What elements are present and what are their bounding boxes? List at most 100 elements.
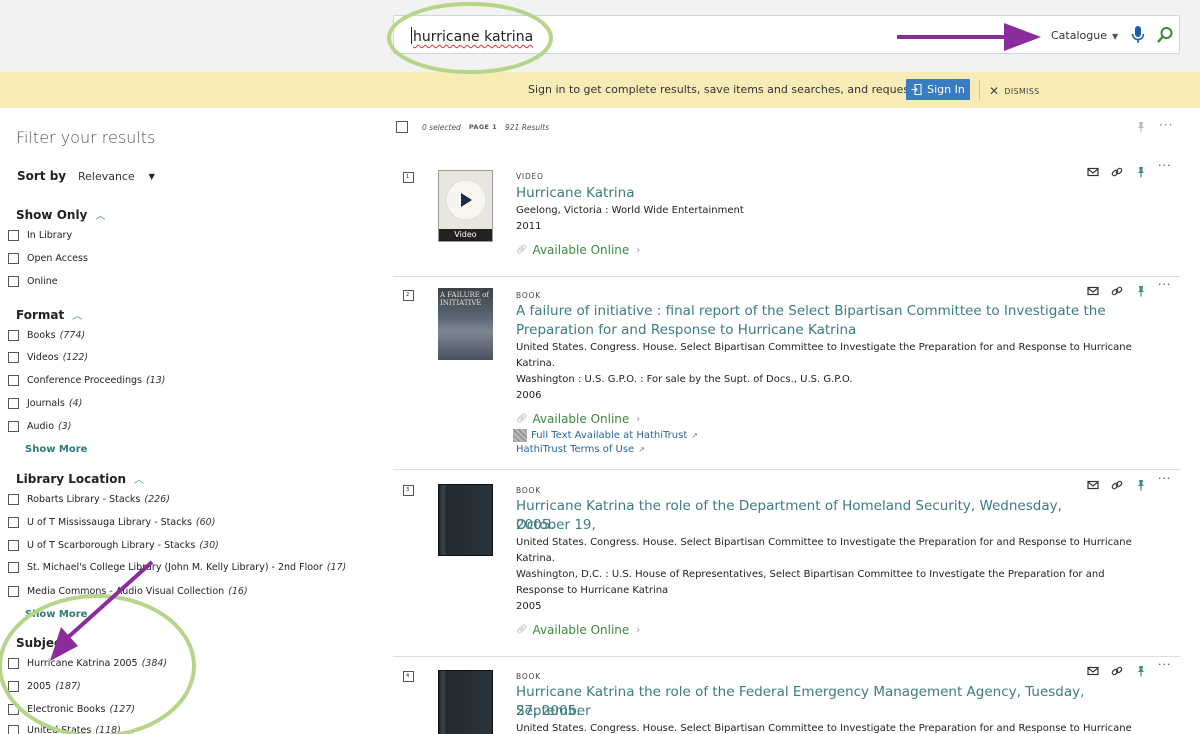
- search-box[interactable]: hurricane katrina Catalogue ▼: [393, 15, 1180, 54]
- format-heading[interactable]: Format ︿: [16, 307, 82, 322]
- more-options-icon[interactable]: ···: [1158, 159, 1172, 172]
- filter-media-commons[interactable]: Media Commons - Audio Visual Collection(…: [8, 586, 248, 597]
- link-icon: 🔗︎: [516, 245, 528, 255]
- permalink-icon[interactable]: [1111, 476, 1123, 490]
- pin-icon[interactable]: [1135, 121, 1147, 133]
- result-checkbox[interactable]: 4: [403, 671, 414, 682]
- result-checkbox[interactable]: 2: [403, 290, 414, 301]
- filter-conference-proceedings[interactable]: Conference Proceedings (13): [8, 375, 165, 386]
- result-item[interactable]: 2 A FAILURE of INITIATIVE BOOK A failure…: [393, 277, 1180, 469]
- show-only-heading[interactable]: Show Only ︿: [16, 207, 105, 222]
- checkbox[interactable]: [8, 421, 19, 432]
- sign-in-icon: [911, 84, 922, 95]
- video-thumbnail[interactable]: Video: [438, 170, 493, 242]
- microphone-icon[interactable]: [1130, 25, 1146, 45]
- result-item[interactable]: 3 BOOK Hurricane Katrina the role of the…: [393, 470, 1180, 656]
- filter-journals[interactable]: Journals (4): [8, 398, 82, 409]
- checkbox[interactable]: [8, 681, 19, 692]
- email-icon[interactable]: [1087, 163, 1099, 177]
- library-location-heading[interactable]: Library Location ︿: [16, 471, 144, 486]
- result-title[interactable]: Hurricane Katrina: [516, 184, 1116, 203]
- email-icon[interactable]: [1087, 282, 1099, 296]
- filter-2005[interactable]: 2005 (187): [8, 681, 81, 692]
- checkbox[interactable]: [8, 704, 19, 715]
- result-title-line-1[interactable]: A failure of initiative : final report o…: [516, 302, 1116, 321]
- book-cover[interactable]: [438, 670, 493, 734]
- email-icon[interactable]: [1087, 662, 1099, 676]
- availability-link[interactable]: 🔗︎ Available Online ›: [516, 412, 640, 426]
- filter-in-library[interactable]: In Library: [8, 230, 72, 241]
- book-cover-text: A FAILURE of INITIATIVE: [440, 291, 489, 307]
- permalink-icon[interactable]: [1111, 163, 1123, 177]
- format-show-more[interactable]: Show More: [25, 444, 87, 455]
- sort-caret-icon[interactable]: ▼: [149, 172, 155, 181]
- filter-st-michaels[interactable]: St. Michael's College Library (John M. K…: [8, 562, 346, 573]
- more-options-icon[interactable]: ···: [1158, 472, 1172, 485]
- dismiss-button[interactable]: ✕ DISMISS: [989, 84, 1039, 98]
- subject-heading[interactable]: Subject: [16, 636, 67, 650]
- checkbox[interactable]: [8, 230, 19, 241]
- select-all-checkbox[interactable]: [396, 121, 408, 133]
- filter-online[interactable]: Online: [8, 276, 58, 287]
- chevron-up-icon[interactable]: ︿: [72, 311, 82, 322]
- filter-robarts[interactable]: Robarts Library - Stacks (226): [8, 494, 170, 505]
- checkbox[interactable]: [8, 494, 19, 505]
- checkbox[interactable]: [8, 276, 19, 287]
- checkbox[interactable]: [8, 375, 19, 386]
- location-show-more[interactable]: Show More: [25, 609, 87, 620]
- book-cover[interactable]: [438, 484, 493, 556]
- availability-link[interactable]: 🔗︎ Available Online ›: [516, 243, 640, 257]
- result-title-line-2[interactable]: 2005.: [516, 516, 1116, 535]
- more-options-icon[interactable]: ···: [1158, 658, 1172, 671]
- pin-icon[interactable]: [1135, 163, 1147, 178]
- checkbox[interactable]: [8, 658, 19, 669]
- filter-mississauga[interactable]: U of T Mississauga Library - Stacks (60): [8, 517, 215, 528]
- pin-icon[interactable]: [1135, 476, 1147, 491]
- checkbox[interactable]: [8, 540, 19, 551]
- pin-icon[interactable]: [1135, 662, 1147, 677]
- checkbox[interactable]: [8, 562, 19, 573]
- permalink-icon[interactable]: [1111, 662, 1123, 676]
- sort-control[interactable]: Sort by Relevance ▼: [17, 169, 155, 183]
- search-icon[interactable]: [1156, 26, 1174, 44]
- result-item[interactable]: 4 BOOK Hurricane Katrina the role of the…: [393, 657, 1180, 734]
- result-checkbox[interactable]: 3: [403, 485, 414, 496]
- chevron-up-icon[interactable]: ︿: [134, 475, 144, 486]
- sign-in-button[interactable]: Sign In: [906, 79, 970, 100]
- filter-hurricane-katrina-2005[interactable]: Hurricane Katrina 2005 (384): [8, 658, 167, 669]
- result-item[interactable]: 1 Video VIDEO Hurricane Katrina Geelong,…: [393, 160, 1180, 276]
- more-options-icon[interactable]: ···: [1158, 278, 1172, 291]
- result-title-line-2[interactable]: Preparation for and Response to Hurrican…: [516, 321, 1116, 340]
- result-author-cont: Katrina.: [516, 553, 555, 564]
- availability-link[interactable]: 🔗︎ Available Online ›: [516, 623, 640, 637]
- book-cover[interactable]: A FAILURE of INITIATIVE: [438, 288, 493, 360]
- checkbox[interactable]: [8, 330, 19, 341]
- email-icon[interactable]: [1087, 476, 1099, 490]
- checkbox[interactable]: [8, 253, 19, 264]
- checkbox[interactable]: [8, 352, 19, 363]
- scope-caret-icon[interactable]: ▼: [1112, 32, 1118, 41]
- hathitrust-full-text-link[interactable]: Full Text Available at HathiTrust ↗: [513, 429, 698, 442]
- filter-books[interactable]: Books (774): [8, 330, 85, 341]
- search-scope-select[interactable]: Catalogue: [1051, 29, 1107, 42]
- result-title-line-2[interactable]: 27, 2005.: [516, 702, 1116, 721]
- filter-electronic-books[interactable]: Electronic Books (127): [8, 704, 135, 715]
- search-input[interactable]: hurricane katrina: [411, 27, 533, 45]
- more-options-icon[interactable]: ···: [1159, 118, 1173, 132]
- permalink-icon[interactable]: [1111, 282, 1123, 296]
- filter-videos[interactable]: Videos (122): [8, 352, 88, 363]
- sort-value[interactable]: Relevance: [78, 170, 135, 183]
- pin-icon[interactable]: [1135, 282, 1147, 297]
- filter-audio[interactable]: Audio (3): [8, 421, 71, 432]
- annotation-arrow-subject: [63, 560, 154, 642]
- filter-united-states[interactable]: United States (118): [8, 725, 121, 734]
- checkbox[interactable]: [8, 586, 19, 597]
- checkbox[interactable]: [8, 517, 19, 528]
- checkbox[interactable]: [8, 398, 19, 409]
- chevron-up-icon[interactable]: ︿: [95, 211, 105, 222]
- filter-scarborough[interactable]: U of T Scarborough Library - Stacks (30): [8, 540, 219, 551]
- checkbox[interactable]: [8, 725, 19, 734]
- filter-open-access[interactable]: Open Access: [8, 253, 88, 264]
- hathitrust-terms-link[interactable]: HathiTrust Terms of Use ↗: [516, 444, 645, 455]
- result-checkbox[interactable]: 1: [403, 172, 414, 183]
